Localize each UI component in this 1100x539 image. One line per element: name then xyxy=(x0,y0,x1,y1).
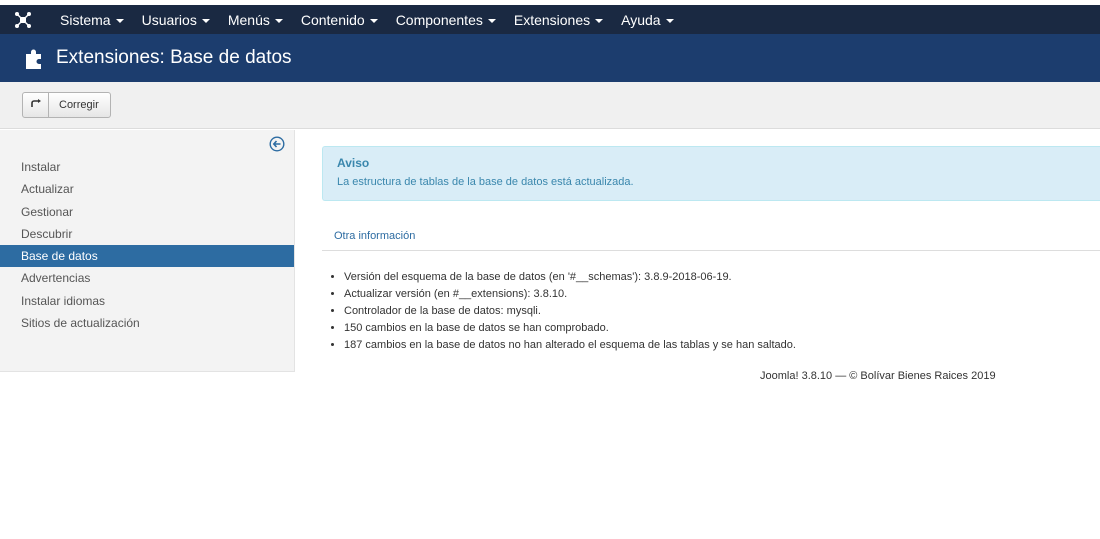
sidebar-nav: Instalar Actualizar Gestionar Descubrir … xyxy=(0,156,294,334)
main-content: Aviso La estructura de tablas de la base… xyxy=(322,146,1100,354)
sidebar-item-base-de-datos[interactable]: Base de datos xyxy=(0,245,294,268)
sidebar: Instalar Actualizar Gestionar Descubrir … xyxy=(0,130,295,372)
sidebar-item-advertencias[interactable]: Advertencias xyxy=(0,267,294,289)
main-menu: Sistema Usuarios Menús Contenido Compone… xyxy=(46,5,683,34)
joomla-logo-icon[interactable] xyxy=(0,5,46,34)
menu-label: Extensiones xyxy=(513,11,591,28)
menu-contenido[interactable]: Contenido xyxy=(292,5,387,34)
caret-down-icon xyxy=(487,18,496,23)
sidebar-item-instalar[interactable]: Instalar xyxy=(0,156,294,178)
toolbar: Corregir xyxy=(0,82,1100,129)
corregir-label: Corregir xyxy=(59,99,99,111)
refresh-icon xyxy=(23,93,49,117)
list-item: Controlador de la base de datos: mysqli. xyxy=(344,303,1100,320)
menu-label: Menús xyxy=(227,11,270,28)
alert-title: Aviso xyxy=(337,156,370,170)
menu-sistema[interactable]: Sistema xyxy=(46,5,133,34)
list-item: 150 cambios en la base de datos se han c… xyxy=(344,320,1100,337)
caret-down-icon xyxy=(115,18,124,23)
page-title: Extensiones: Base de datos xyxy=(56,47,292,68)
collapse-arrow-icon[interactable] xyxy=(269,136,285,152)
puzzle-icon xyxy=(22,46,46,70)
menu-componentes[interactable]: Componentes xyxy=(387,5,505,34)
caret-down-icon xyxy=(369,18,378,23)
top-menu-bar: Sistema Usuarios Menús Contenido Compone… xyxy=(0,5,1100,34)
menu-ayuda[interactable]: Ayuda xyxy=(612,5,682,34)
menu-label: Usuarios xyxy=(141,11,197,28)
list-item: Actualizar versión (en #__extensions): 3… xyxy=(344,286,1100,303)
caret-down-icon xyxy=(595,18,604,23)
menu-label: Ayuda xyxy=(621,11,661,28)
menu-usuarios[interactable]: Usuarios xyxy=(133,5,219,34)
caret-down-icon xyxy=(201,18,210,23)
sidebar-item-descubrir[interactable]: Descubrir xyxy=(0,223,294,245)
info-list: Versión del esquema de la base de datos … xyxy=(322,269,1100,354)
corregir-button[interactable]: Corregir xyxy=(22,92,111,118)
info-alert: Aviso La estructura de tablas de la base… xyxy=(322,146,1100,201)
list-item: Versión del esquema de la base de datos … xyxy=(344,269,1100,286)
tab-otra-informacion[interactable]: Otra información xyxy=(322,230,415,242)
caret-down-icon xyxy=(274,18,283,23)
tab-bar: Otra información xyxy=(322,226,1100,251)
menu-label: Sistema xyxy=(60,11,111,28)
sidebar-item-sitios-de-actualizacion[interactable]: Sitios de actualización xyxy=(0,312,294,334)
footer-copyright: Joomla! 3.8.10 — © Bolívar Bienes Raices… xyxy=(760,370,996,382)
menu-extensiones[interactable]: Extensiones xyxy=(505,5,612,34)
sidebar-item-actualizar[interactable]: Actualizar xyxy=(0,178,294,200)
sidebar-item-gestionar[interactable]: Gestionar xyxy=(0,201,294,223)
menu-menus[interactable]: Menús xyxy=(219,5,292,34)
menu-label: Componentes xyxy=(395,11,483,28)
menu-label: Contenido xyxy=(300,11,365,28)
sidebar-item-instalar-idiomas[interactable]: Instalar idiomas xyxy=(0,290,294,312)
caret-down-icon xyxy=(665,18,674,23)
page-header: Extensiones: Base de datos xyxy=(0,34,1100,82)
list-item: 187 cambios en la base de datos no han a… xyxy=(344,337,1100,354)
alert-message: La estructura de tablas de la base de da… xyxy=(337,176,634,188)
